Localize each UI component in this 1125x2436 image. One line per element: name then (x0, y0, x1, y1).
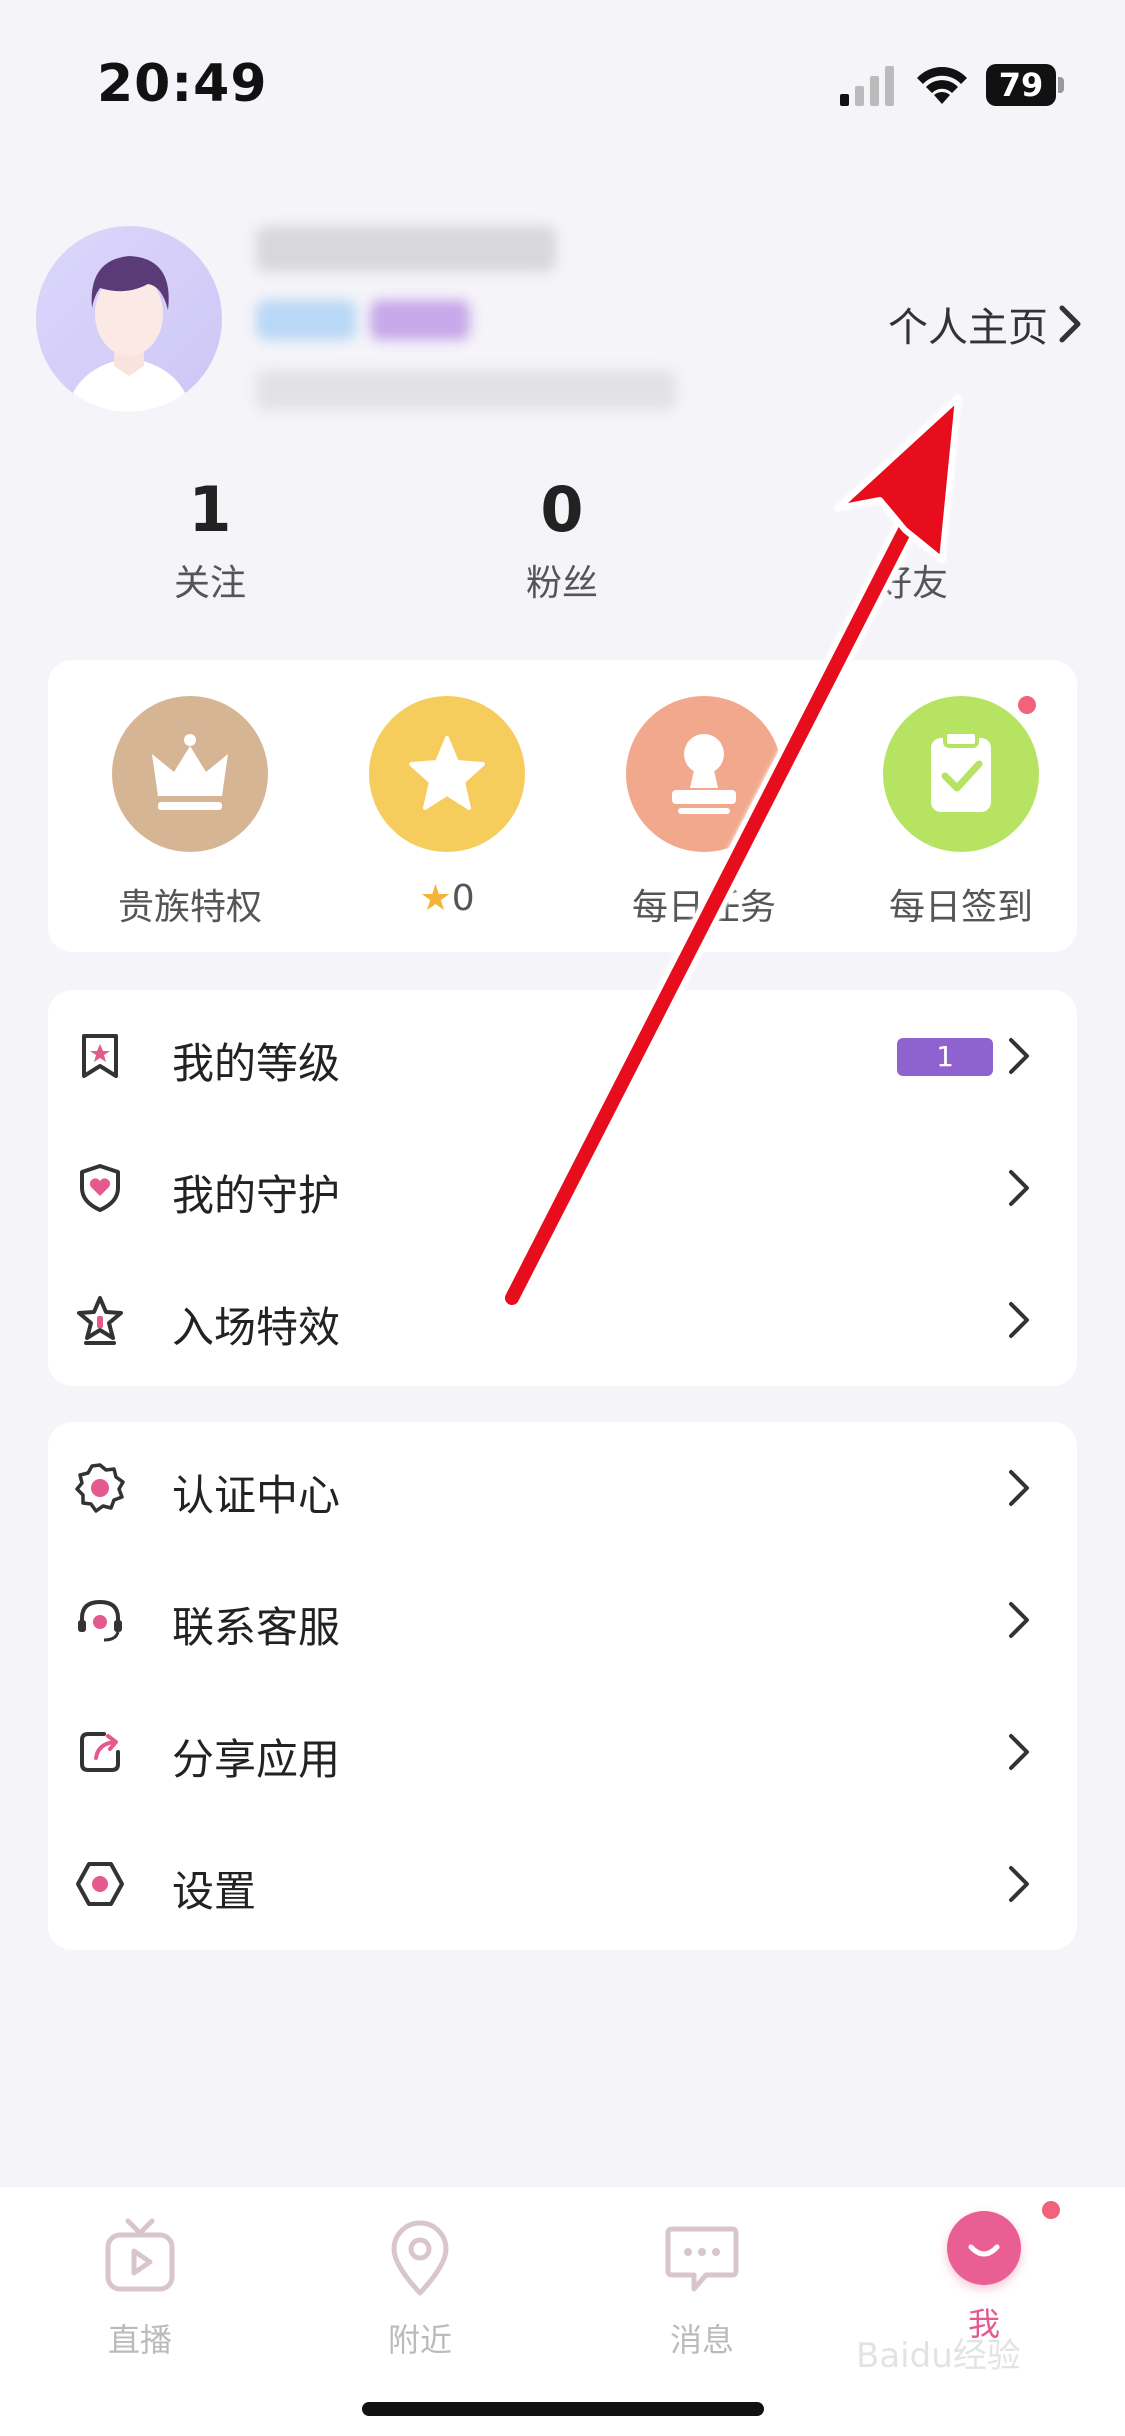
status-bar: 20:49 79 (0, 0, 1125, 140)
chevron-right-icon (1009, 1602, 1029, 1638)
menu-item-label: 入场特效 (172, 1303, 341, 1352)
quick-action-label: 每日签到 (888, 887, 1033, 928)
profile-home-link[interactable]: 个人主页 (888, 295, 1084, 353)
bookmark-star-icon (82, 1034, 118, 1078)
quick-action-label: 贵族特权 (117, 887, 262, 928)
tab-live[interactable]: 直播 (60, 2217, 220, 2361)
stamp-icon (626, 696, 782, 852)
location-icon (391, 2220, 449, 2296)
chevron-right-icon (1059, 305, 1081, 343)
tab-messages[interactable]: 消息 (622, 2217, 782, 2361)
avatar[interactable] (36, 226, 222, 412)
stat-value: 1 (188, 473, 232, 546)
quick-action-label: ★0 (337, 878, 557, 919)
profile-home-label: 个人主页 (888, 305, 1048, 351)
menu-item-customer-service[interactable]: 联系客服 (48, 1554, 1077, 1686)
tab-label: 附近 (387, 2321, 452, 2359)
small-star-icon: ★ (419, 878, 452, 919)
menu-item-label: 设置 (172, 1867, 257, 1916)
chevron-right-icon (1009, 1470, 1029, 1506)
battery-level: 79 (986, 64, 1056, 106)
badge-icon (75, 1463, 125, 1513)
clipboard-check-icon (883, 696, 1039, 852)
quick-action-daily-task[interactable]: 每日任务 (594, 696, 814, 930)
settings-icon (76, 1862, 124, 1906)
tab-label: 消息 (669, 2321, 734, 2359)
chevron-right-icon (1009, 1038, 1029, 1074)
chevron-right-icon (1009, 1302, 1029, 1338)
stats-row: 1 关注 0 粉丝 好友 (0, 470, 1125, 610)
stat-label: 关注 (173, 563, 246, 604)
tab-nearby[interactable]: 附近 (340, 2217, 500, 2361)
bottom-tab-bar: 直播 附近 消息 我 (0, 2186, 1125, 2436)
menu-item-label: 我的守护 (172, 1171, 341, 1220)
notification-dot (1018, 696, 1036, 714)
share-icon (80, 1732, 120, 1772)
menu-item-label: 分享应用 (172, 1735, 341, 1784)
quick-action-noble[interactable]: 贵族特权 (80, 696, 300, 930)
star-icon (369, 696, 525, 852)
menu-item-settings[interactable]: 设置 (48, 1818, 1077, 1950)
user-id-redacted (256, 370, 676, 410)
smile-icon (947, 2211, 1021, 2285)
menu-item-my-level[interactable]: 我的等级 1 (48, 990, 1077, 1122)
tv-icon (105, 2218, 175, 2292)
menu-group-services: 认证中心 联系客服 分享应用 设置 (48, 1422, 1077, 1950)
quick-action-stars[interactable]: ★0 (337, 696, 557, 919)
status-time: 20:49 (97, 54, 268, 114)
menu-item-label: 认证中心 (172, 1471, 341, 1520)
badge-redacted (256, 300, 356, 340)
tab-label: 直播 (107, 2321, 172, 2359)
stat-value: 0 (540, 473, 584, 546)
menu-item-share-app[interactable]: 分享应用 (48, 1686, 1077, 1818)
menu-group-level: 我的等级 1 我的守护 入场特效 (48, 990, 1077, 1386)
shield-heart-icon (80, 1164, 120, 1212)
quick-action-checkin[interactable]: 每日签到 (851, 696, 1071, 930)
stat-following[interactable]: 1 关注 (110, 470, 310, 606)
star-outline-icon (77, 1296, 123, 1345)
menu-item-entry-effect[interactable]: 入场特效 (48, 1254, 1077, 1386)
cellular-signal-icon (840, 66, 894, 106)
stat-friends[interactable]: 好友 (812, 470, 1012, 606)
wifi-icon (917, 67, 967, 104)
level-badge: 1 (897, 1038, 993, 1076)
message-icon (665, 2226, 739, 2292)
crown-icon (112, 696, 268, 852)
quick-actions-card: 贵族特权 ★0 每日任务 每日签到 (48, 660, 1077, 952)
badge-redacted (370, 300, 470, 340)
home-indicator (362, 2402, 764, 2416)
stat-label: 粉丝 (525, 563, 598, 604)
stat-fans[interactable]: 0 粉丝 (462, 470, 662, 606)
avatar-illustration (66, 256, 192, 412)
username-redacted (256, 226, 556, 272)
chevron-right-icon (1009, 1170, 1029, 1206)
star-count: 0 (451, 878, 475, 919)
chevron-right-icon (1009, 1734, 1029, 1770)
battery-icon: 79 (986, 64, 1064, 106)
quick-action-label: 每日任务 (631, 887, 776, 928)
menu-item-certification[interactable]: 认证中心 (48, 1422, 1077, 1554)
stat-label: 好友 (875, 563, 948, 604)
menu-item-label: 我的等级 (172, 1039, 341, 1088)
menu-item-label: 联系客服 (172, 1603, 341, 1652)
chevron-right-icon (1009, 1866, 1029, 1902)
stat-value (812, 470, 1012, 550)
menu-item-my-guard[interactable]: 我的守护 (48, 1122, 1077, 1254)
tab-me[interactable]: 我 (904, 2211, 1064, 2345)
headset-icon (78, 1599, 122, 1642)
watermark: Baidu经验 (856, 2336, 1021, 2376)
notification-dot (1042, 2201, 1060, 2219)
